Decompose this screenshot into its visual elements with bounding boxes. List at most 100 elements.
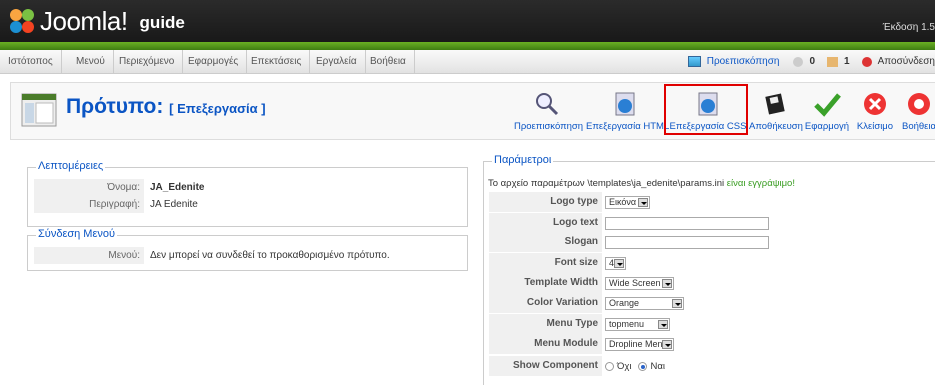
users-count[interactable]: 1 [844, 56, 850, 67]
description-row: Περιγραφή: JA Edenite [34, 195, 461, 213]
status-bar: Προεπισκόπηση 0 1 Αποσύνδεση [687, 50, 935, 73]
template-width-row: Template Width Wide Screen [489, 273, 674, 293]
checkmark-icon [814, 93, 841, 117]
main-menu: Ιστότοπος Μενού Περιεχόμενο Εφαρμογές Επ… [0, 50, 935, 74]
menu-link-fieldset: Σύνδεση Μενού Μενού: Δεν μπορεί να συνδε… [27, 228, 468, 271]
color-variation-row: Color Variation Orange [489, 293, 684, 313]
show-component-row: Show Component Όχι Ναι [489, 356, 665, 376]
logo-type-select[interactable]: Εικόνα [605, 195, 650, 209]
template-width-value: Wide Screen [609, 278, 661, 288]
params-file-path: Το αρχείο παραμέτρων \templates\ja_edeni… [488, 178, 725, 189]
menu-item-content[interactable]: Περιεχόμενο [111, 50, 184, 73]
page-title: Πρότυπο: [ Επεξεργασία ] [66, 95, 266, 119]
color-variation-select[interactable]: Orange [605, 296, 684, 310]
highlight-box [664, 84, 748, 135]
lifebuoy-icon [908, 93, 930, 115]
name-row: Όνομα: JA_Edenite [34, 178, 461, 196]
close-button[interactable]: Κλείσιμο [854, 91, 896, 137]
name-label: Όνομα: [34, 178, 144, 196]
menu-module-select[interactable]: Dropline Menu [605, 337, 674, 351]
page-subtitle: [ Επεξεργασία ] [169, 101, 266, 116]
name-value: JA_Edenite [150, 181, 205, 193]
help-button[interactable]: Βοήθεια [899, 91, 935, 137]
menu-module-label: Menu Module [489, 334, 602, 354]
logo-text-label: Logo text [489, 213, 602, 233]
help-button-label: Βοήθεια [901, 121, 935, 132]
font-size-row: Font size 4 [489, 253, 626, 273]
menu-type-label: Menu Type [489, 314, 602, 334]
radio-no-label: Όχι [617, 360, 632, 372]
save-icon [765, 93, 785, 115]
page-title-text: Πρότυπο: [66, 95, 164, 118]
html-file-icon [615, 92, 635, 116]
details-fieldset: Λεπτομέρειες Όνομα: JA_Edenite Περιγραφή… [27, 160, 468, 227]
description-value: JA Edenite [150, 198, 198, 210]
joomla-logo[interactable]: Joomla! guide [8, 4, 185, 38]
menu-link-label: Μενού: [34, 246, 144, 264]
menu-link-value: Δεν μπορεί να συνδεθεί το προκαθορισμένο… [150, 249, 390, 261]
menu-item-help[interactable]: Βοήθεια [362, 50, 415, 73]
edit-html-button-label: Επεξεργασία HTML [586, 121, 670, 132]
header-stripe [0, 42, 935, 50]
logo-type-value: Εικόνα [609, 197, 637, 207]
toolbar: Πρότυπο: [ Επεξεργασία ] Προεπισκόπηση Ε… [10, 82, 935, 140]
apply-button[interactable]: Εφαρμογή [804, 91, 850, 137]
close-button-label: Κλείσιμο [856, 121, 894, 132]
menu-item-site[interactable]: Ιστότοπος [0, 50, 62, 73]
writable-status: είναι εγγράψιμο! [726, 178, 795, 189]
save-button-label: Αποθήκευση [749, 121, 803, 132]
messages-icon [793, 56, 804, 67]
chevron-down-icon [658, 319, 668, 329]
preview-icon [687, 56, 701, 67]
show-component-label: Show Component [489, 356, 602, 376]
color-variation-value: Orange [609, 298, 640, 308]
parameters-legend: Παράμετροι [492, 154, 554, 166]
menu-module-value: Dropline Menu [609, 339, 668, 349]
template-width-label: Template Width [489, 273, 602, 293]
template-icon [21, 93, 57, 127]
chevron-down-icon [662, 339, 672, 349]
font-size-select[interactable]: 4 [605, 256, 626, 270]
menu-item-tools[interactable]: Εργαλεία [308, 50, 366, 73]
messages-count[interactable]: 0 [809, 56, 815, 67]
version-label: Έκδοση 1.5 [882, 22, 935, 33]
menu-type-select[interactable]: topmenu [605, 317, 670, 331]
site-name: guide [139, 13, 185, 32]
radio-no[interactable] [605, 361, 614, 371]
chevron-down-icon [638, 197, 648, 207]
menu-type-row: Menu Type topmenu [489, 314, 670, 334]
logo-text-input[interactable] [605, 216, 769, 230]
chevron-down-icon [614, 258, 624, 268]
edit-html-button[interactable]: Επεξεργασία HTML [586, 91, 669, 137]
logo-type-label: Logo type [489, 192, 602, 212]
slogan-input[interactable] [605, 235, 769, 249]
apply-button-label: Εφαρμογή [804, 121, 850, 132]
font-size-label: Font size [489, 253, 602, 273]
logo-type-row: Logo type Εικόνα [489, 192, 650, 212]
radio-yes-label: Ναι [650, 360, 665, 372]
save-button[interactable]: Αποθήκευση [749, 91, 803, 137]
menu-link-row: Μενού: Δεν μπορεί να συνδεθεί το προκαθο… [34, 246, 461, 264]
preview-button[interactable]: Προεπισκόπηση [514, 91, 584, 137]
users-icon [827, 56, 839, 67]
menu-module-row: Menu Module Dropline Menu [489, 334, 674, 354]
menu-item-components[interactable]: Εφαρμογές [180, 50, 248, 73]
menu-item-extensions[interactable]: Επεκτάσεις [243, 50, 311, 73]
logo-text-row: Logo text [489, 213, 769, 233]
color-variation-label: Color Variation [489, 293, 602, 313]
menu-type-value: topmenu [609, 319, 645, 329]
slogan-label: Slogan [489, 232, 602, 252]
details-legend: Λεπτομέρειες [36, 160, 106, 172]
description-label: Περιγραφή: [34, 195, 144, 213]
template-width-select[interactable]: Wide Screen [605, 276, 674, 290]
menu-link-legend: Σύνδεση Μενού [36, 228, 118, 240]
radio-yes[interactable] [638, 361, 648, 371]
preview-link[interactable]: Προεπισκόπηση [707, 56, 780, 67]
menu-item-menus[interactable]: Μενού [68, 50, 114, 73]
chevron-down-icon [662, 278, 672, 288]
preview-button-label: Προεπισκόπηση [514, 121, 584, 132]
logout-link[interactable]: Αποσύνδεση [878, 56, 935, 67]
magnifier-icon [536, 93, 559, 116]
logout-icon [861, 56, 872, 67]
chevron-down-icon [672, 298, 682, 308]
